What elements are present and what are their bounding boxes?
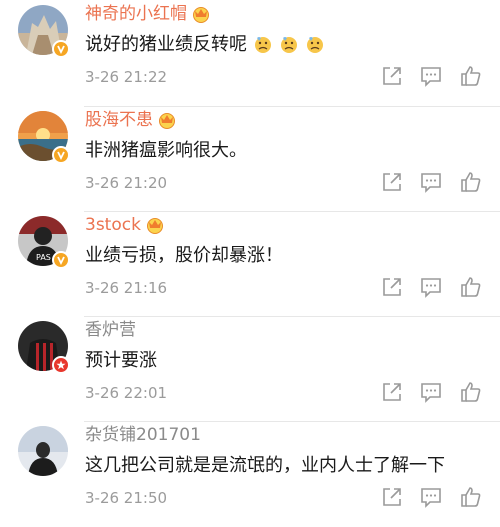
vip-crown-icon: [191, 5, 211, 23]
comment-text: 业绩亏损，股价却暴涨！: [85, 243, 283, 269]
comment-feed: 神奇的小红帽 说好的猪业绩反转呢 3-26 21:22 股海不患 非洲猪瘟影响很…: [0, 0, 500, 508]
comment-item: 神奇的小红帽 说好的猪业绩反转呢 3-26 21:22: [0, 0, 500, 106]
comment-body: 这几把公司就是是流氓的，业内人士了解一下: [85, 455, 445, 476]
username-text[interactable]: 神奇的小红帽: [85, 3, 187, 25]
username[interactable]: 神奇的小红帽: [85, 3, 211, 25]
username[interactable]: 香炉营: [85, 319, 136, 341]
sad-face-icon: [279, 34, 299, 56]
timestamp: 3-26 21:16: [85, 279, 168, 297]
comment-icon[interactable]: [419, 380, 443, 404]
forward-icon[interactable]: [380, 275, 404, 299]
comment-item: PAS 3stock 业绩亏损，股价却暴涨！ 3-26 21:16: [0, 211, 500, 317]
sad-face-icon: [253, 34, 273, 56]
comment-text: 预计要涨: [85, 348, 157, 374]
forward-icon[interactable]: [380, 485, 404, 509]
vip-crown-icon: [157, 111, 177, 129]
avatar[interactable]: [18, 426, 68, 476]
comment-item: 股海不患 非洲猪瘟影响很大。 3-26 21:20: [0, 106, 500, 212]
forward-icon[interactable]: [380, 64, 404, 88]
username-text[interactable]: 3stock: [85, 214, 141, 236]
thumbs-up-icon[interactable]: [459, 275, 483, 299]
comment-text: 非洲猪瘟影响很大。: [85, 138, 247, 164]
verified-badge-icon: [52, 40, 70, 58]
comment-body: 业绩亏损，股价却暴涨！: [85, 245, 283, 266]
comment-icon[interactable]: [419, 275, 443, 299]
comment-item: 杂货铺201701 这几把公司就是是流氓的，业内人士了解一下 3-26 21:5…: [0, 421, 500, 527]
comment-body: 非洲猪瘟影响很大。: [85, 140, 247, 161]
forward-icon[interactable]: [380, 170, 404, 194]
thumbs-up-icon[interactable]: [459, 170, 483, 194]
timestamp: 3-26 21:20: [85, 174, 168, 192]
comment-icon[interactable]: [419, 170, 443, 194]
comment-item: 香炉营 预计要涨 3-26 22:01: [0, 316, 500, 422]
username-text[interactable]: 香炉营: [85, 319, 136, 341]
thumbs-up-icon[interactable]: [459, 64, 483, 88]
star-badge-icon: [52, 356, 70, 374]
comment-icon[interactable]: [419, 64, 443, 88]
sad-face-icon: [305, 34, 325, 56]
username-text[interactable]: 股海不患: [85, 109, 153, 131]
vip-crown-icon: [145, 216, 165, 234]
username[interactable]: 股海不患: [85, 109, 177, 131]
comment-text: 这几把公司就是是流氓的，业内人士了解一下: [85, 453, 445, 479]
verified-badge-icon: [52, 146, 70, 164]
comment-body: 预计要涨: [85, 350, 157, 371]
timestamp: 3-26 21:50: [85, 489, 168, 507]
username[interactable]: 杂货铺201701: [85, 424, 201, 446]
comment-body: 说好的猪业绩反转呢: [85, 34, 247, 55]
forward-icon[interactable]: [380, 380, 404, 404]
verified-badge-icon: [52, 251, 70, 269]
username-text[interactable]: 杂货铺201701: [85, 424, 201, 446]
comment-text: 说好的猪业绩反转呢: [85, 32, 325, 58]
timestamp: 3-26 21:22: [85, 68, 168, 86]
timestamp: 3-26 22:01: [85, 384, 168, 402]
thumbs-up-icon[interactable]: [459, 485, 483, 509]
svg-text:PAS: PAS: [36, 253, 51, 262]
username[interactable]: 3stock: [85, 214, 165, 236]
thumbs-up-icon[interactable]: [459, 380, 483, 404]
comment-icon[interactable]: [419, 485, 443, 509]
